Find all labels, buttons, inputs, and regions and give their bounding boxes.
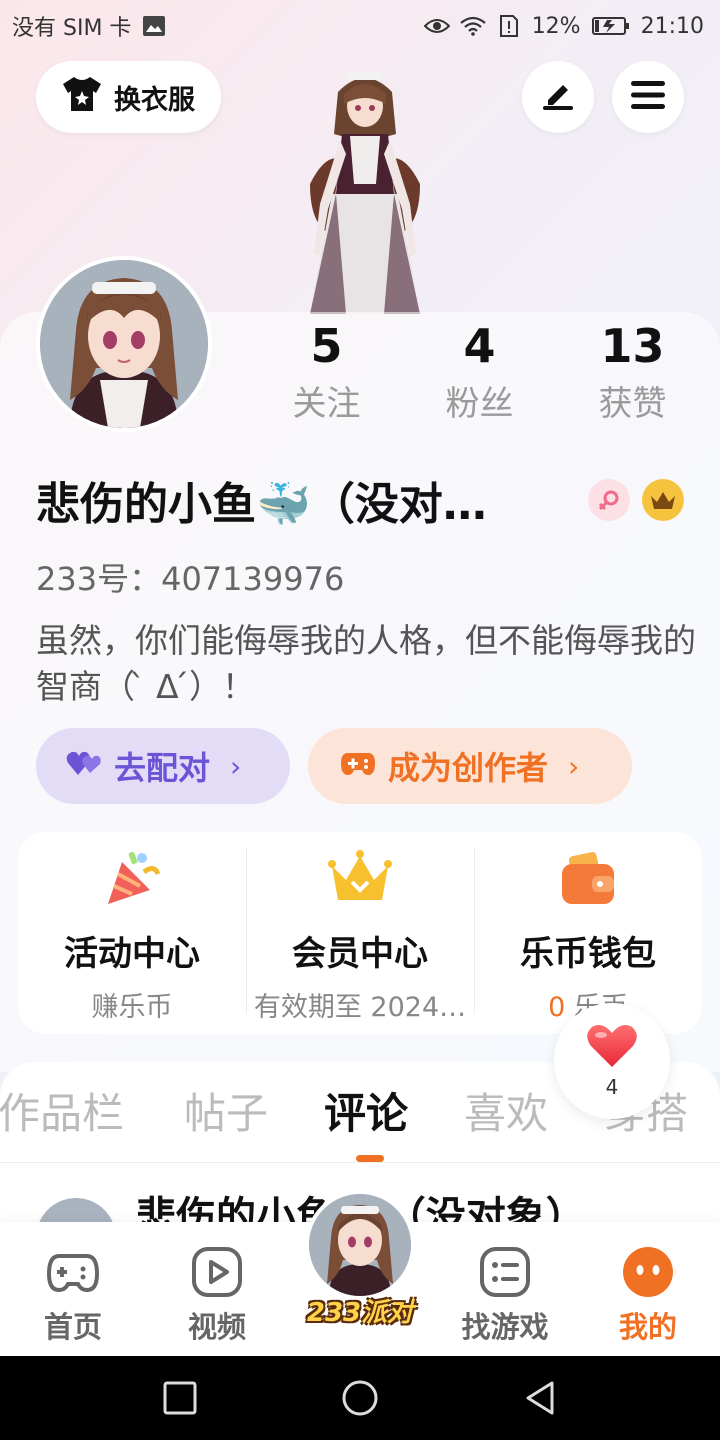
change-outfit-button[interactable]: 换衣服 [36,61,221,133]
nav-home-label: 首页 [43,1310,102,1344]
system-nav-bar [0,1356,720,1440]
party-popper-icon [100,848,164,912]
coin-balance: 0 [548,992,566,1023]
coin-wallet-title: 乐币钱包 [520,934,656,974]
nav-video[interactable]: 视频 [162,1244,272,1346]
nav-mine-label: 我的 [618,1310,677,1344]
tab-likes[interactable]: 喜欢 [464,1080,548,1141]
hearts-icon [66,747,102,785]
stat-likes-label: 获赞 [598,384,667,424]
activity-center-item[interactable]: 活动中心 赚乐币 [18,832,246,1034]
change-outfit-label: 换衣服 [114,84,195,116]
crown-icon [328,848,392,912]
nav-find-game[interactable]: 找游戏 [450,1244,560,1346]
user-id: 233号：407139976 [36,560,345,598]
sim-alert-icon [496,15,522,37]
avatar-character-figure[interactable] [270,64,460,314]
carrier-text: 没有 SIM 卡 [12,16,132,41]
stat-following-label: 关注 [292,384,361,424]
chevron-right-icon: › [568,749,580,783]
back-button[interactable] [520,1378,560,1418]
become-creator-button[interactable]: 成为创作者 › [308,728,632,804]
profile-screen: 没有 SIM 卡 12% 21:10 换衣服 5 关注 4 粉丝 13 获赞 悲… [0,0,720,1440]
become-creator-label: 成为创作者 [388,749,549,787]
battery-percent: 12% [531,13,581,39]
nav-party[interactable]: 233派对 [303,1190,417,1330]
vip-center-title: 会员中心 [292,934,428,974]
image-notification-icon [141,15,167,37]
party-avatar [305,1190,415,1300]
vip-center-sub: 有效期至 2024… [253,992,467,1023]
tab-works[interactable]: 作品栏 [0,1080,124,1141]
vip-center-item[interactable]: 会员中心 有效期至 2024… [246,832,474,1034]
female-gender-icon [588,479,630,521]
stat-followers-count: 4 [463,319,496,373]
profile-face-icon [620,1244,676,1300]
game-list-icon [477,1244,533,1300]
heart-icon [586,1023,638,1073]
profile-stats: 5 关注 4 粉丝 13 获赞 [250,318,710,434]
home-button[interactable] [340,1378,380,1418]
username: 悲伤的小鱼🐳（没对… [36,479,487,530]
edit-icon [540,79,576,115]
like-count: 4 [605,1075,619,1099]
recent-apps-button[interactable] [160,1378,200,1418]
go-match-label: 去配对 [114,749,211,787]
battery-charging-icon [591,15,631,37]
wallet-icon [556,848,620,912]
stat-likes[interactable]: 13 获赞 [556,318,709,434]
wifi-icon [459,15,486,37]
menu-icon [630,80,666,114]
play-icon [189,1244,245,1300]
vip-crown-badge-icon [642,479,684,521]
nav-home[interactable]: 首页 [18,1244,128,1346]
gamepad-icon [45,1244,101,1300]
nav-find-game-label: 找游戏 [461,1310,549,1344]
tab-divider [0,1162,720,1163]
gamepad-icon [340,747,376,785]
activity-center-title: 活动中心 [64,934,200,974]
coin-wallet-item[interactable]: 乐币钱包 0 乐币 [474,832,702,1034]
stat-likes-count: 13 [600,319,665,373]
tab-posts[interactable]: 帖子 [184,1080,268,1141]
stat-following[interactable]: 5 关注 [250,318,403,434]
eye-icon [423,15,450,37]
nav-mine[interactable]: 我的 [593,1244,703,1346]
activity-center-sub: 赚乐币 [91,992,173,1023]
user-bio: 虽然，你们能侮辱我的人格，但不能侮辱我的智商（ ̀ Δ ́）！ [36,621,696,706]
profile-avatar[interactable] [36,256,212,432]
go-match-button[interactable]: 去配对 › [36,728,290,804]
stat-followers-label: 粉丝 [445,384,514,424]
menu-button[interactable] [612,61,684,133]
active-tab-indicator [356,1155,384,1162]
stat-following-count: 5 [310,319,343,373]
nav-video-label: 视频 [187,1310,246,1344]
nav-party-label: 233派对 [306,1298,414,1328]
like-bubble-button[interactable]: 4 [554,1003,670,1119]
stat-followers[interactable]: 4 粉丝 [403,318,556,434]
shirt-icon [60,74,104,121]
chevron-right-icon: › [230,749,242,783]
edit-profile-button[interactable] [522,61,594,133]
tab-comments[interactable]: 评论 [324,1080,408,1141]
clock: 21:10 [640,13,704,39]
status-bar: 没有 SIM 卡 12% 21:10 [0,0,720,52]
